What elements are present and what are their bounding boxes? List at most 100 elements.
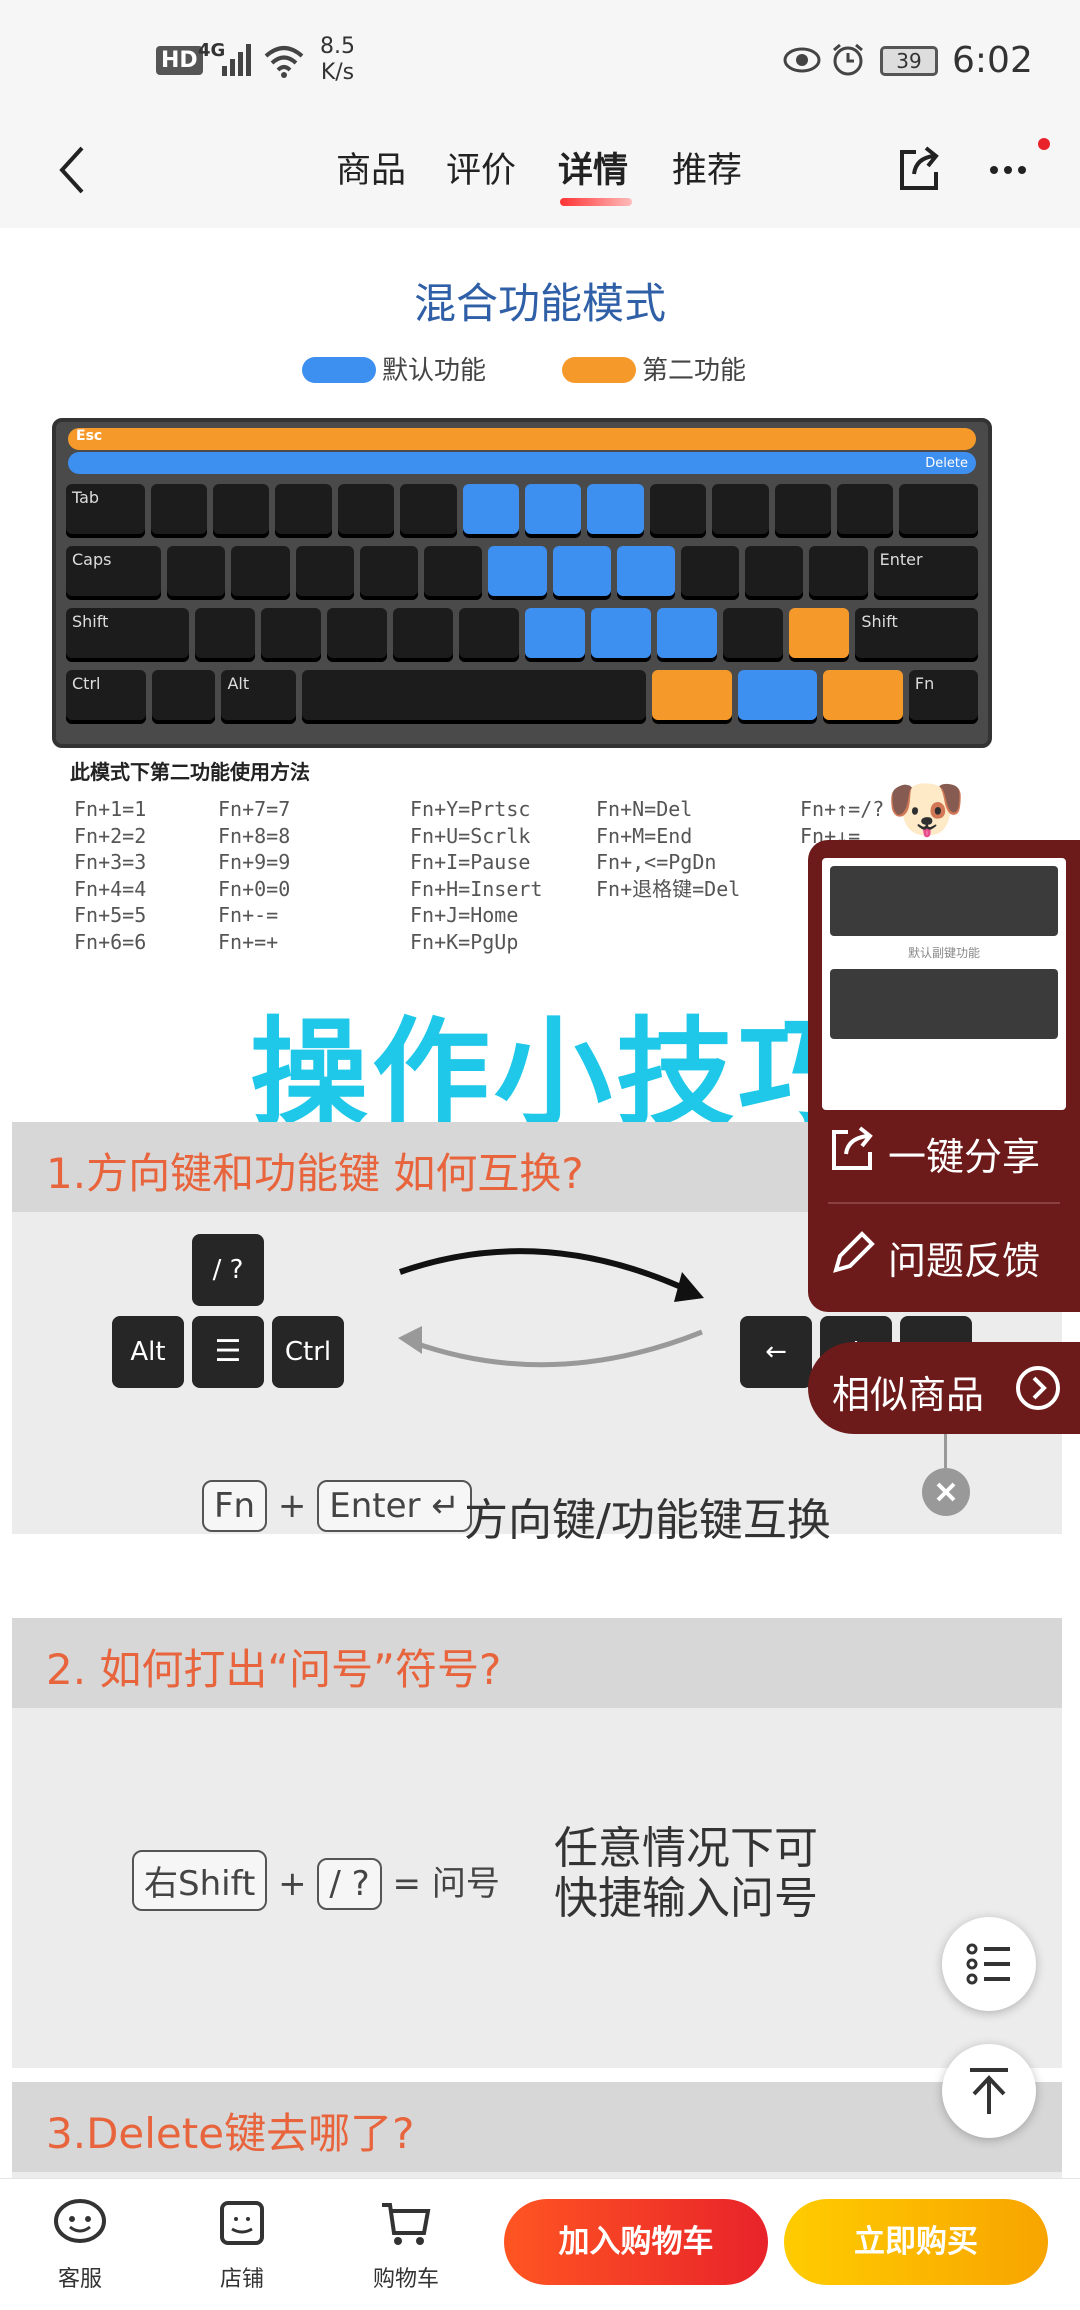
key bbox=[337, 484, 395, 538]
shop-icon bbox=[220, 2201, 264, 2245]
thumb-keyboard-1 bbox=[830, 866, 1058, 936]
signal-icon bbox=[222, 44, 251, 76]
keyboard-row-4: Shift Shift bbox=[66, 608, 978, 662]
method-column-1: Fn+1=1 Fn+2=2 Fn+3=3 Fn+4=4 Fn+5=5 Fn+6=… bbox=[74, 797, 147, 954]
legend-default: 默认功能 bbox=[302, 350, 486, 387]
swap-arrows-icon bbox=[398, 1248, 704, 1368]
more-icon[interactable] bbox=[986, 138, 1050, 188]
key-alt: Alt bbox=[112, 1316, 184, 1388]
cart-button[interactable]: 购物车 bbox=[356, 2197, 456, 2293]
caps-key: Caps bbox=[66, 546, 162, 600]
space-key bbox=[301, 670, 647, 724]
similar-label: 相似商品 bbox=[832, 1373, 985, 1417]
chevron-right-icon bbox=[1016, 1366, 1060, 1410]
active-tab-indicator bbox=[560, 198, 632, 206]
key bbox=[809, 546, 868, 600]
key bbox=[213, 484, 270, 538]
keyboard-row-5: Ctrl Alt Fn bbox=[66, 670, 978, 724]
cart-label: 购物车 bbox=[372, 2267, 439, 2292]
key-slash-question: / ? bbox=[192, 1234, 264, 1306]
tip-3-title: 3.Delete键去哪了? bbox=[46, 2109, 415, 2158]
thumb-caption: 默认副键功能 bbox=[907, 946, 980, 960]
key bbox=[774, 484, 832, 538]
key bbox=[260, 608, 321, 662]
shop-label: 店铺 bbox=[219, 2267, 264, 2292]
key-k bbox=[616, 546, 675, 600]
cart-icon bbox=[382, 2203, 431, 2245]
key bbox=[295, 546, 354, 600]
key bbox=[458, 608, 519, 662]
key-h bbox=[488, 546, 547, 600]
list-icon bbox=[966, 1943, 1010, 1985]
key bbox=[150, 484, 207, 538]
number-row-highlight bbox=[68, 428, 976, 450]
close-panel-button[interactable] bbox=[922, 1468, 970, 1516]
eye-icon bbox=[783, 47, 821, 73]
detail-thumbnail[interactable]: 默认副键功能 bbox=[822, 858, 1066, 1110]
hd-badge: HD bbox=[156, 46, 203, 75]
key bbox=[837, 484, 894, 538]
arrow-up-icon bbox=[970, 2068, 1008, 2114]
shift-slash-combo: 右Shift + / ? = 问号 bbox=[132, 1850, 500, 1911]
key bbox=[275, 484, 332, 538]
method-column-4: Fn+N=Del Fn+M=End Fn+,<=PgDn Fn+退格键=Del bbox=[596, 797, 741, 901]
right-ctrl-key bbox=[823, 670, 903, 724]
key bbox=[392, 608, 453, 662]
slash-key-box: / ? bbox=[317, 1858, 382, 1910]
tab-recommend[interactable]: 推荐 bbox=[672, 142, 742, 193]
key-left-arrow: ← bbox=[740, 1316, 812, 1388]
customer-service-button[interactable]: 客服 bbox=[30, 2197, 130, 2293]
keyboard-row-3: Caps Enter bbox=[66, 546, 979, 600]
shop-button[interactable]: 店铺 bbox=[192, 2197, 292, 2293]
key bbox=[712, 484, 769, 538]
key bbox=[400, 484, 457, 538]
tip-3-header: 3.Delete键去哪了? bbox=[12, 2082, 1062, 2172]
similar-products-button[interactable]: 相似商品 bbox=[808, 1342, 1080, 1434]
key-slash bbox=[789, 608, 850, 662]
question-mark-description: 任意情况下可 快捷输入问号 bbox=[554, 1823, 818, 1924]
alarm-icon bbox=[833, 43, 863, 76]
key bbox=[680, 546, 740, 600]
fn-enter-combo: Fn + Enter ↵ bbox=[202, 1480, 472, 1532]
bottom-action-bar: 客服 店铺 购物车 加入购物车 立即购买 bbox=[0, 2178, 1080, 2310]
menu-key bbox=[737, 670, 818, 724]
key bbox=[745, 546, 804, 600]
tip-section-3: 3.Delete键去哪了? bbox=[12, 2082, 1062, 2178]
buy-now-button[interactable]: 立即购买 bbox=[784, 2199, 1048, 2285]
tip-2-title: 2. 如何打出“问号”符号? bbox=[46, 1645, 502, 1694]
esc-key-label: Esc bbox=[76, 428, 103, 444]
catalog-button[interactable] bbox=[942, 1917, 1036, 2011]
product-nav-header: 商品 评价 详情 推荐 bbox=[0, 118, 1080, 228]
add-to-cart-button[interactable]: 加入购物车 bbox=[504, 2199, 768, 2285]
keyboard-diagram: Esc Delete Tab Caps Enter Shift Shift Ct… bbox=[52, 418, 992, 748]
method-column-2: Fn+7=7 Fn+8=8 Fn+9=9 Fn+0=0 Fn+-= Fn+=+ bbox=[218, 797, 291, 954]
legend-blue-swatch bbox=[302, 357, 376, 383]
back-arrow-icon[interactable] bbox=[52, 142, 92, 198]
key bbox=[359, 546, 419, 600]
feedback-button[interactable]: 问题反馈 bbox=[888, 1230, 1040, 1285]
back-to-top-button[interactable] bbox=[942, 2044, 1036, 2138]
right-shift-key: Shift bbox=[855, 608, 978, 662]
share-icon[interactable] bbox=[896, 144, 942, 194]
key-y bbox=[462, 484, 520, 538]
right-alt-key bbox=[652, 670, 732, 724]
key-ctrl: Ctrl bbox=[272, 1316, 344, 1388]
key-menu: ☰ bbox=[192, 1316, 264, 1388]
enter-key-box: Enter ↵ bbox=[317, 1480, 472, 1532]
key-n bbox=[524, 608, 586, 662]
tab-reviews[interactable]: 评价 bbox=[446, 142, 516, 193]
tab-details[interactable]: 详情 bbox=[558, 142, 628, 193]
close-icon bbox=[936, 1482, 956, 1502]
win-key bbox=[151, 670, 216, 724]
legend-orange-swatch bbox=[562, 357, 636, 383]
key bbox=[194, 608, 255, 662]
method-title: 此模式下第二功能使用方法 bbox=[70, 760, 310, 784]
key-i bbox=[587, 484, 644, 538]
key bbox=[649, 484, 707, 538]
alt-key: Alt bbox=[221, 670, 296, 724]
tab-product[interactable]: 商品 bbox=[336, 142, 406, 193]
right-shift-box: 右Shift bbox=[132, 1850, 268, 1911]
battery-indicator: 39 bbox=[880, 46, 938, 76]
clock: 6:02 bbox=[952, 40, 1033, 81]
one-click-share-button[interactable]: 一键分享 bbox=[888, 1126, 1040, 1181]
